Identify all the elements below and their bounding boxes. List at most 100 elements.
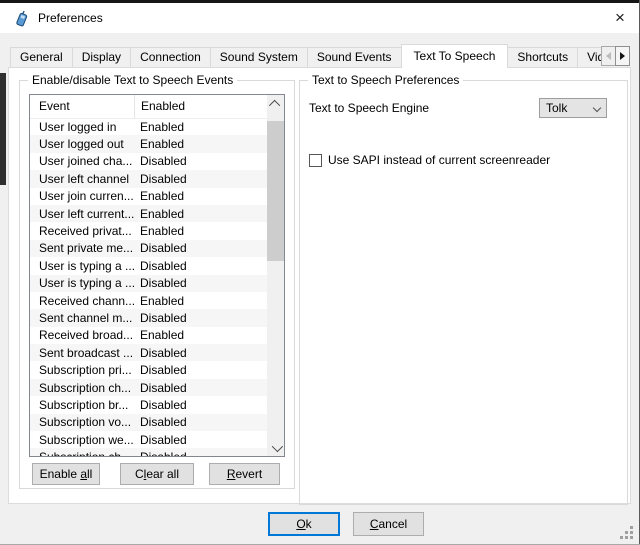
status-cell: Disabled bbox=[134, 415, 267, 429]
scroll-down-button[interactable] bbox=[267, 439, 284, 456]
clear-all-label: C bbox=[135, 467, 144, 481]
grip-dot bbox=[620, 536, 623, 539]
event-cell: User left channel bbox=[30, 172, 134, 186]
event-row[interactable]: Subscription br...Disabled bbox=[30, 396, 267, 413]
event-row[interactable]: Subscription vo...Disabled bbox=[30, 414, 267, 431]
status-cell: Enabled bbox=[134, 328, 267, 342]
clear-all-button[interactable]: Clear all bbox=[120, 463, 194, 485]
column-header-event[interactable]: Event bbox=[30, 95, 135, 118]
status-cell: Disabled bbox=[134, 259, 267, 273]
status-cell: Enabled bbox=[134, 120, 267, 134]
event-list[interactable]: Event Enabled User logged inEnabledUser … bbox=[29, 94, 285, 457]
event-cell: User logged in bbox=[30, 120, 134, 134]
grip-dot bbox=[630, 526, 633, 529]
tts-prefs-groupbox: Text to Speech Preferences Text to Speec… bbox=[299, 80, 628, 505]
status-cell: Disabled bbox=[134, 241, 267, 255]
tab-scroll-arrows bbox=[601, 46, 630, 66]
status-cell: Enabled bbox=[134, 294, 267, 308]
tab-shortcuts[interactable]: Shortcuts bbox=[507, 47, 578, 68]
event-row[interactable]: Sent broadcast ...Disabled bbox=[30, 344, 267, 361]
tab-general[interactable]: General bbox=[10, 47, 73, 68]
sapi-checkbox-row: Use SAPI instead of current screenreader bbox=[309, 152, 550, 168]
sapi-checkbox-label[interactable]: Use SAPI instead of current screenreader bbox=[328, 153, 550, 167]
status-cell: Disabled bbox=[134, 433, 267, 447]
events-groupbox: Enable/disable Text to Speech Events Eve… bbox=[19, 80, 295, 489]
status-cell: Disabled bbox=[134, 276, 267, 290]
grip-dot bbox=[630, 536, 633, 539]
tts-groupbox-title: Text to Speech Preferences bbox=[308, 73, 463, 87]
scroll-thumb[interactable] bbox=[267, 121, 284, 261]
close-icon: × bbox=[615, 8, 625, 27]
event-row[interactable]: User is typing a ...Disabled bbox=[30, 257, 267, 274]
event-cell: Subscription br... bbox=[30, 398, 134, 412]
event-cell: Subscription we... bbox=[30, 433, 134, 447]
chevron-down-icon bbox=[271, 440, 282, 451]
status-cell: Enabled bbox=[134, 137, 267, 151]
window-titlebar[interactable]: Preferences × bbox=[0, 3, 640, 33]
event-cell: User join curren... bbox=[30, 189, 134, 203]
tab-text-to-speech[interactable]: Text To Speech bbox=[401, 44, 509, 68]
event-row[interactable]: Subscription ch...Disabled bbox=[30, 448, 267, 456]
screen-artifact-left bbox=[0, 73, 6, 185]
chevron-up-icon bbox=[268, 99, 279, 110]
tab-scroll-right-button[interactable] bbox=[615, 46, 630, 66]
event-cell: Subscription ch... bbox=[30, 381, 134, 395]
event-row[interactable]: Received chann...Enabled bbox=[30, 292, 267, 309]
event-row[interactable]: User join curren...Enabled bbox=[30, 188, 267, 205]
status-cell: Disabled bbox=[134, 363, 267, 377]
event-row[interactable]: Sent private me...Disabled bbox=[30, 240, 267, 257]
ok-button[interactable]: Ok bbox=[268, 512, 340, 536]
column-header-enabled[interactable]: Enabled bbox=[135, 95, 267, 118]
event-row[interactable]: User is typing a ...Disabled bbox=[30, 275, 267, 292]
event-cell: User is typing a ... bbox=[30, 259, 134, 273]
status-cell: Enabled bbox=[134, 207, 267, 221]
event-row[interactable]: Received broad...Enabled bbox=[30, 327, 267, 344]
resize-grip[interactable] bbox=[617, 524, 633, 540]
tab-scroll-left-button[interactable] bbox=[601, 46, 616, 66]
revert-button[interactable]: Revert bbox=[209, 463, 280, 485]
scroll-up-button[interactable] bbox=[267, 95, 284, 112]
event-row[interactable]: Subscription ch...Disabled bbox=[30, 379, 267, 396]
tab-sound-system[interactable]: Sound System bbox=[210, 47, 308, 68]
status-cell: Disabled bbox=[134, 398, 267, 412]
event-cell: User joined cha... bbox=[30, 154, 134, 168]
grip-dot bbox=[625, 536, 628, 539]
cancel-button[interactable]: Cancel bbox=[353, 512, 424, 536]
tab-sound-events[interactable]: Sound Events bbox=[307, 47, 402, 68]
events-groupbox-title: Enable/disable Text to Speech Events bbox=[28, 73, 237, 87]
event-cell: Received privat... bbox=[30, 224, 134, 238]
event-cell: User logged out bbox=[30, 137, 134, 151]
event-row[interactable]: Sent channel m...Disabled bbox=[30, 309, 267, 326]
tab-page-text-to-speech: Enable/disable Text to Speech Events Eve… bbox=[8, 67, 631, 504]
event-cell: Sent broadcast ... bbox=[30, 346, 134, 360]
tts-engine-dropdown[interactable]: Tolk bbox=[539, 98, 607, 118]
event-cell: Subscription vo... bbox=[30, 415, 134, 429]
event-row[interactable]: Subscription pri...Disabled bbox=[30, 361, 267, 378]
status-cell: Disabled bbox=[134, 381, 267, 395]
event-cell: Subscription ch... bbox=[30, 450, 134, 456]
event-list-header: Event Enabled bbox=[30, 95, 267, 119]
enable-all-button[interactable]: Enable all bbox=[32, 463, 100, 485]
event-row[interactable]: User left channelDisabled bbox=[30, 170, 267, 187]
event-row[interactable]: User joined cha...Disabled bbox=[30, 153, 267, 170]
status-cell: Enabled bbox=[134, 189, 267, 203]
tab-display[interactable]: Display bbox=[72, 47, 131, 68]
event-row[interactable]: User logged inEnabled bbox=[30, 118, 267, 135]
grip-dot bbox=[625, 531, 628, 534]
tts-engine-label: Text to Speech Engine bbox=[309, 101, 429, 116]
status-cell: Disabled bbox=[134, 172, 267, 186]
event-row[interactable]: Received privat...Enabled bbox=[30, 222, 267, 239]
sapi-checkbox[interactable] bbox=[309, 154, 322, 167]
status-cell: Disabled bbox=[134, 450, 267, 456]
scrollbar[interactable] bbox=[267, 95, 284, 456]
event-cell: User is typing a ... bbox=[30, 276, 134, 290]
tab-connection[interactable]: Connection bbox=[130, 47, 211, 68]
event-cell: Sent channel m... bbox=[30, 311, 134, 325]
close-button[interactable]: × bbox=[602, 3, 638, 33]
event-list-body: User logged inEnabledUser logged outEnab… bbox=[30, 118, 267, 456]
event-cell: Received chann... bbox=[30, 294, 134, 308]
event-row[interactable]: User logged outEnabled bbox=[30, 135, 267, 152]
event-row[interactable]: User left current...Enabled bbox=[30, 205, 267, 222]
event-row[interactable]: Subscription we...Disabled bbox=[30, 431, 267, 448]
tab-strip: GeneralDisplayConnectionSound SystemSoun… bbox=[8, 44, 632, 68]
